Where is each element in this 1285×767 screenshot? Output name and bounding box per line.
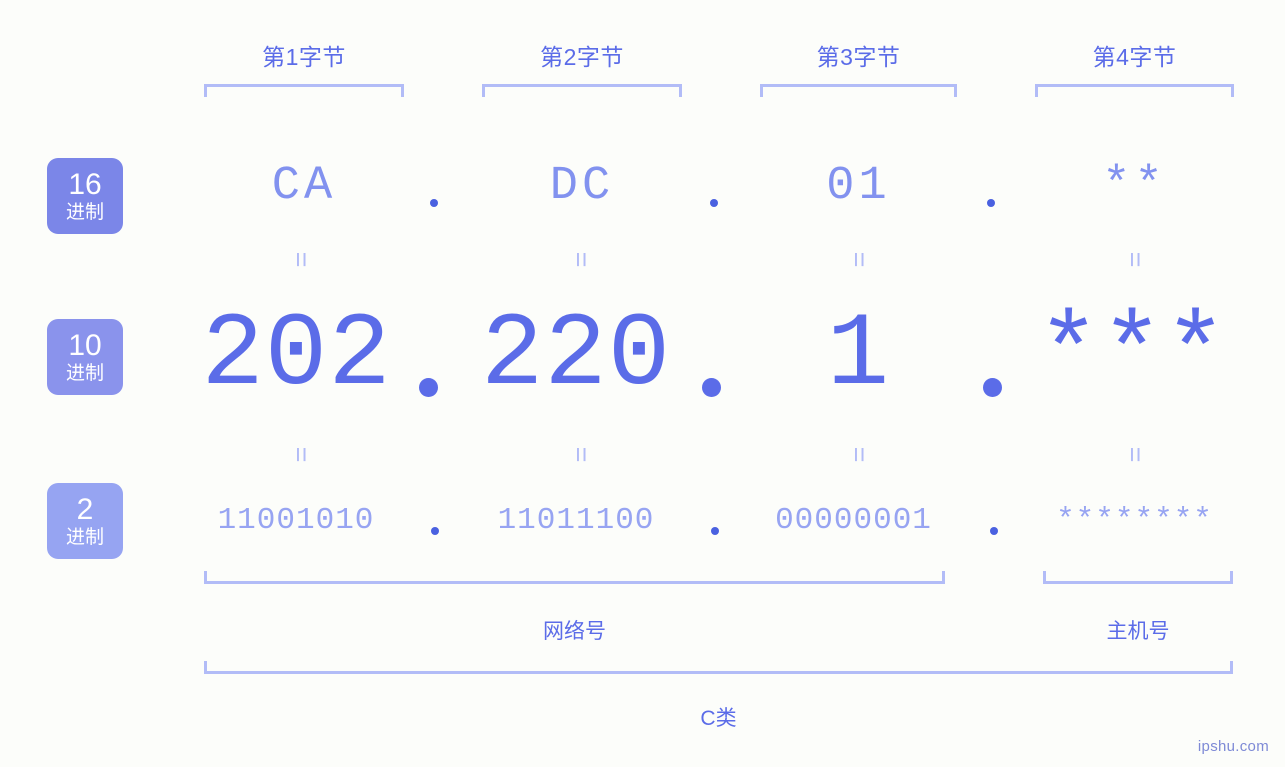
byte-bracket-2: [482, 84, 682, 97]
byte-header-3: 第3字节: [816, 44, 901, 70]
equals-dec-bin-2: =: [566, 446, 597, 463]
hex-byte-1: CA: [271, 160, 337, 213]
class-bracket: [204, 661, 1233, 674]
hex-byte-4: **: [1102, 160, 1167, 213]
byte-bracket-4: [1035, 84, 1234, 97]
binary-dot-2: [711, 527, 719, 535]
decimal-dot-3: [983, 378, 1002, 397]
equals-hex-dec-4: =: [1120, 251, 1151, 268]
base-badge-bin-number: 2: [76, 493, 94, 526]
base-badge-dec: 10 进制: [47, 319, 123, 395]
byte-bracket-1: [204, 84, 404, 97]
ip-breakdown-diagram: 第1字节 第2字节 第3字节 第4字节 16 进制 10 进制 2 进制 CA …: [0, 0, 1285, 767]
base-badge-hex-number: 16: [68, 168, 102, 201]
decimal-dot-2: [702, 378, 721, 397]
base-badge-hex-word: 进制: [65, 202, 104, 223]
byte-header-2: 第2字节: [540, 44, 624, 70]
base-badge-dec-word: 进制: [65, 363, 104, 384]
equals-hex-dec-2: =: [566, 251, 597, 268]
host-bracket: [1043, 571, 1233, 584]
decimal-byte-1: 202: [201, 297, 392, 415]
binary-byte-3: 00000001: [775, 503, 932, 538]
host-label: 主机号: [1106, 620, 1170, 643]
base-badge-bin: 2 进制: [47, 483, 123, 559]
watermark: ipshu.com: [1197, 738, 1269, 755]
equals-dec-bin-3: =: [844, 446, 875, 463]
decimal-dot-1: [419, 378, 438, 397]
hex-byte-2: DC: [549, 160, 615, 213]
byte-header-4: 第4字节: [1092, 44, 1177, 70]
byte-header-1: 第1字节: [262, 44, 346, 70]
hex-byte-3: 01: [826, 160, 891, 213]
binary-byte-1: 11001010: [217, 503, 375, 538]
equals-hex-dec-3: =: [844, 251, 875, 268]
decimal-byte-2: 220: [480, 297, 672, 415]
equals-hex-dec-1: =: [286, 251, 317, 268]
network-label: 网络号: [543, 620, 606, 643]
binary-dot-3: [990, 527, 998, 535]
equals-dec-bin-4: =: [1120, 446, 1151, 463]
equals-dec-bin-1: =: [286, 446, 317, 463]
binary-dot-1: [431, 527, 439, 535]
hex-dot-2: [710, 199, 718, 207]
hex-dot-3: [987, 199, 995, 207]
base-badge-dec-number: 10: [68, 329, 102, 362]
binary-byte-4: ********: [1056, 503, 1213, 538]
binary-byte-2: 11011100: [497, 503, 655, 538]
network-bracket: [204, 571, 945, 584]
byte-bracket-3: [760, 84, 957, 97]
decimal-byte-3: 1: [826, 297, 891, 415]
hex-dot-1: [430, 199, 438, 207]
base-badge-bin-word: 进制: [65, 527, 104, 548]
base-badge-hex: 16 进制: [47, 158, 123, 234]
class-label: C类: [700, 707, 737, 730]
decimal-byte-4: ***: [1037, 297, 1228, 415]
